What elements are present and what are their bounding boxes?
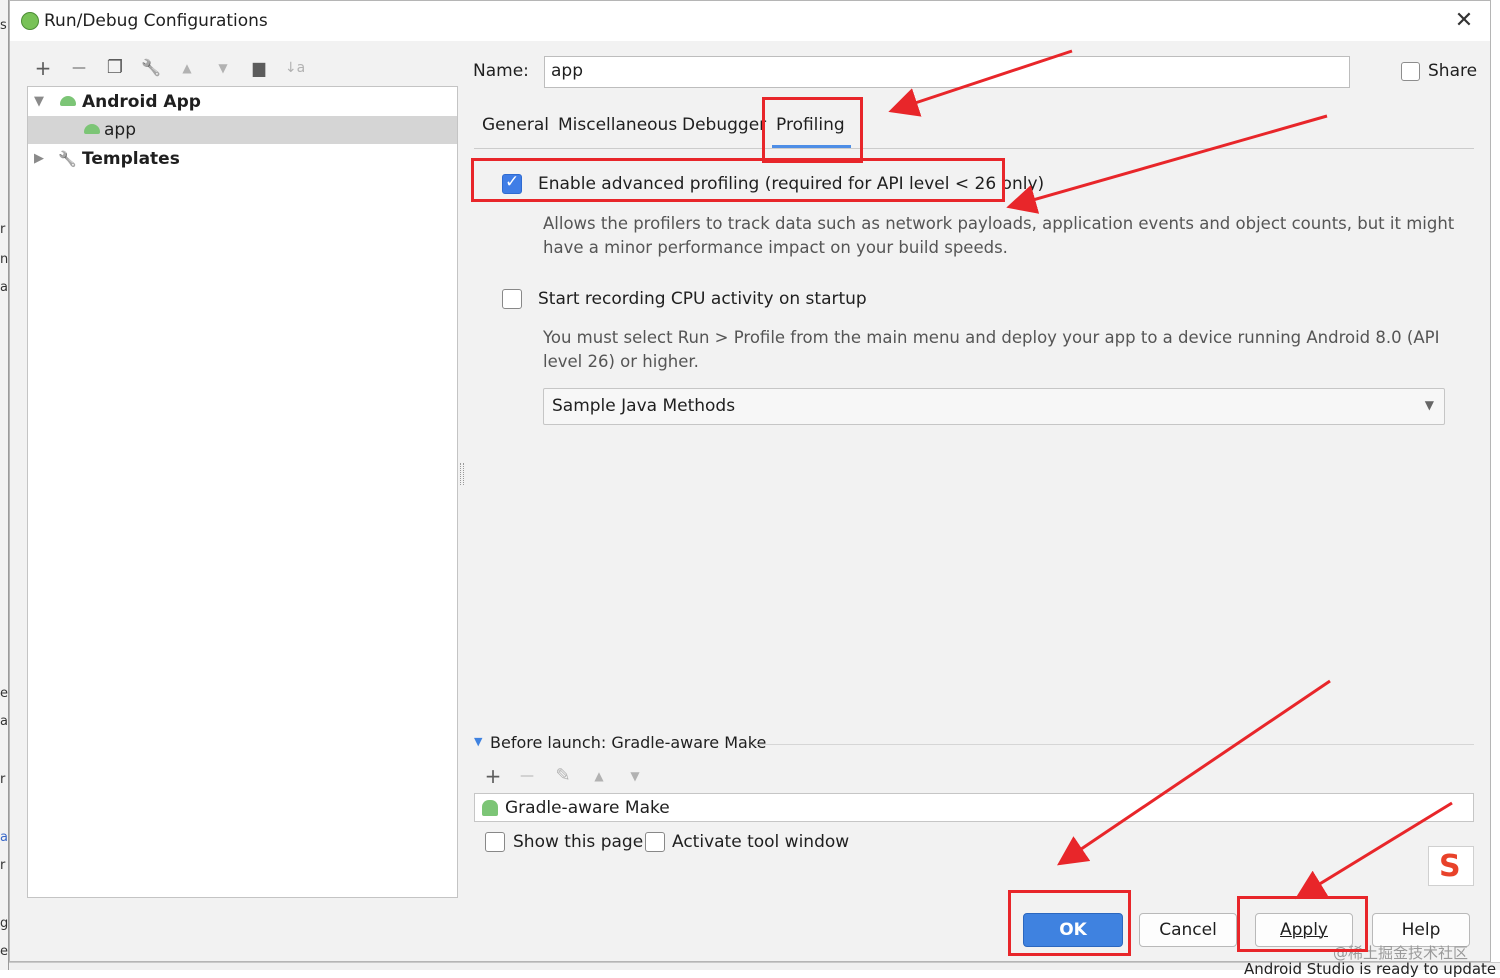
arrow-to-apply <box>1294 801 1453 900</box>
arrow-to-profiling-tab <box>888 49 1073 117</box>
arrow-to-ok <box>1057 679 1331 866</box>
annotation-arrows <box>888 49 1453 900</box>
arrow-to-advanced-profiling <box>1006 114 1328 214</box>
